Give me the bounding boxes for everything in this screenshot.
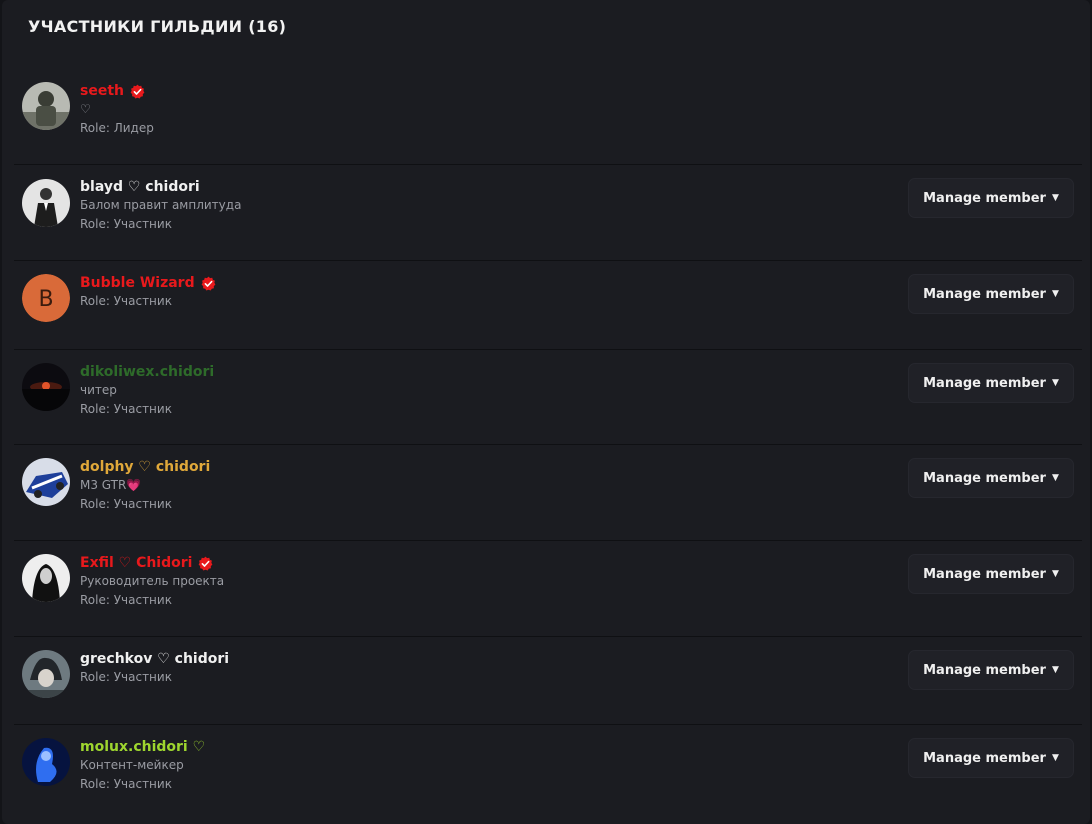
member-avatar[interactable] [22,738,70,786]
manage-member-button[interactable]: Manage member ▼ [908,554,1074,594]
manage-member-label: Manage member [923,375,1046,391]
member-role: Role: Участник [80,777,172,791]
manage-member-label: Manage member [923,190,1046,206]
member-bio: Руководитель проекта [80,574,225,588]
verified-badge-icon [130,84,145,99]
member-name[interactable]: Exfil ♡ Chidori [80,555,192,571]
member-bio: читер [80,383,117,397]
member-info: dolphy ♡ chidori M3 GTR💗 Role: Участник [80,457,210,515]
member-avatar[interactable] [22,458,70,506]
member-bio: Контент-мейкер [80,758,184,772]
member-name[interactable]: dikoliwex.chidori [80,364,214,380]
member-bio: ♡ [80,102,91,116]
manage-member-button[interactable]: Manage member ▼ [908,363,1074,403]
manage-member-button[interactable]: Manage member ▼ [908,650,1074,690]
member-role: Role: Участник [80,402,172,416]
member-name[interactable]: blayd ♡ chidori [80,179,200,195]
member-row: Exfil ♡ Chidori Руководитель проекта Role:… [14,541,1082,637]
member-name-line: dikoliwex.chidori [80,362,214,382]
caret-down-icon: ▼ [1051,473,1059,483]
member-bio: M3 GTR💗 [80,478,142,492]
member-role: Role: Участник [80,217,172,231]
member-row: dikoliwex.chidori читер Role: Участник Mana… [14,350,1082,445]
member-name-line: Exfil ♡ Chidori [80,553,224,573]
manage-member-button[interactable]: Manage member ▼ [908,274,1074,314]
member-name-line: blayd ♡ chidori [80,177,241,197]
member-bio: Балом правит амплитуда [80,198,242,212]
member-name[interactable]: seeth [80,83,124,99]
caret-down-icon: ▼ [1051,569,1059,579]
member-role: Role: Участник [80,670,172,684]
manage-member-button[interactable]: Manage member ▼ [908,738,1074,778]
member-name[interactable]: Bubble Wizard [80,275,195,291]
member-row: dolphy ♡ chidori M3 GTR💗 Role: Участник Man… [14,445,1082,541]
member-name-line: molux.chidori ♡ [80,737,205,757]
guild-members-panel: УЧАСТНИКИ ГИЛЬДИИ (16) seeth ♡ Role: Лидер… [2,0,1090,824]
member-row: B Bubble Wizard Role: Участник Manage membe… [14,261,1082,350]
member-info: seeth ♡ Role: Лидер [80,81,154,139]
member-info: dikoliwex.chidori читер Role: Участник [80,362,214,420]
manage-member-button[interactable]: Manage member ▼ [908,458,1074,498]
verified-badge-icon [198,556,213,571]
member-avatar[interactable] [22,179,70,227]
caret-down-icon: ▼ [1051,289,1059,299]
member-role: Role: Лидер [80,121,154,135]
member-avatar[interactable] [22,650,70,698]
member-row: grechkov ♡ chidori Role: Участник Manage m… [14,637,1082,725]
verified-badge-icon [201,276,216,291]
caret-down-icon: ▼ [1051,378,1059,388]
member-avatar[interactable] [22,82,70,130]
manage-member-label: Manage member [923,750,1046,766]
member-role: Role: Участник [80,497,172,511]
member-avatar[interactable] [22,363,70,411]
member-row: seeth ♡ Role: Лидер [14,68,1082,165]
member-name[interactable]: grechkov ♡ chidori [80,651,229,667]
caret-down-icon: ▼ [1051,753,1059,763]
manage-member-label: Manage member [923,286,1046,302]
member-info: blayd ♡ chidori Балом правит амплитуда Rol… [80,177,241,235]
svg-text:B: B [38,287,53,312]
member-info: Bubble Wizard Role: Участник [80,273,216,312]
member-list: seeth ♡ Role: Лидер blayd ♡ chidori Балом пр… [14,68,1082,824]
member-name-line: grechkov ♡ chidori [80,649,229,669]
member-info: molux.chidori ♡ Контент-мейкер Role: Участ… [80,737,205,795]
member-role: Role: Участник [80,294,172,308]
member-name[interactable]: dolphy ♡ chidori [80,459,210,475]
member-row: blayd ♡ chidori Балом правит амплитуда Rol… [14,165,1082,261]
member-info: Exfil ♡ Chidori Руководитель проекта Role:… [80,553,224,611]
caret-down-icon: ▼ [1051,665,1059,675]
caret-down-icon: ▼ [1051,193,1059,203]
member-name-line: seeth [80,81,154,101]
member-info: grechkov ♡ chidori Role: Участник [80,649,229,688]
member-name-line: Bubble Wizard [80,273,216,293]
panel-title: УЧАСТНИКИ ГИЛЬДИИ (16) [28,17,287,36]
member-name-line: dolphy ♡ chidori [80,457,210,477]
member-avatar[interactable] [22,554,70,602]
manage-member-button[interactable]: Manage member ▼ [908,178,1074,218]
member-role: Role: Участник [80,593,172,607]
manage-member-label: Manage member [923,662,1046,678]
manage-member-label: Manage member [923,470,1046,486]
member-avatar[interactable]: B [22,274,70,322]
member-row: molux.chidori ♡ Контент-мейкер Role: Участ… [14,725,1082,824]
member-name[interactable]: molux.chidori ♡ [80,739,205,755]
manage-member-label: Manage member [923,566,1046,582]
